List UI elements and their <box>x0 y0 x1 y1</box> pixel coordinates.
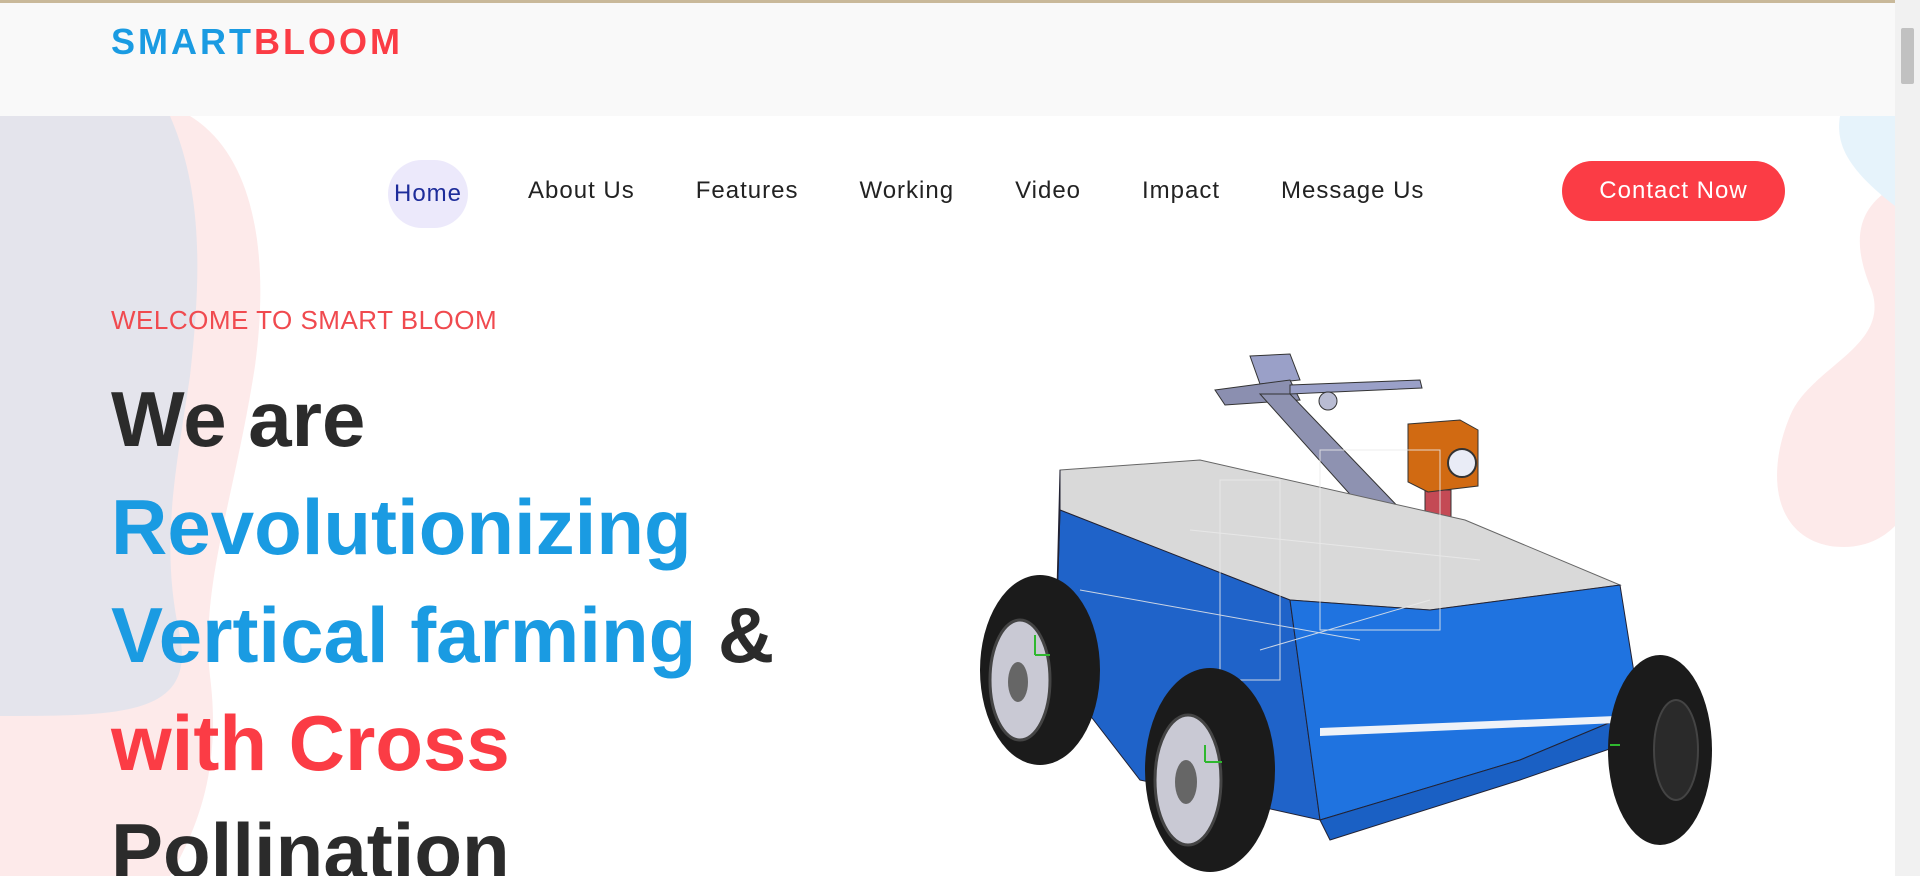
headline-line-2: Revolutionizing <box>111 483 692 571</box>
brand-part-2: BLOOM <box>254 21 403 62</box>
wheel-rear-left <box>980 575 1100 765</box>
headline-line-4-b: Cross <box>288 699 510 787</box>
headline-line-4-a: with <box>111 699 267 787</box>
nav-home[interactable]: Home <box>388 160 469 228</box>
scrollbar-thumb[interactable] <box>1901 28 1914 84</box>
hero-headline: We are Revolutionizing Vertical farming … <box>111 365 774 876</box>
headline-line-3-a: Vertical farming <box>111 591 697 679</box>
main-nav: Home About Us Features Working Video Imp… <box>388 160 1485 228</box>
headline-line-5: Pollination <box>111 807 510 876</box>
page-scrollbar[interactable] <box>1895 0 1920 876</box>
brand-part-1: SMART <box>111 21 254 62</box>
wheel-front-right <box>1608 655 1712 845</box>
headline-line-4: with Cross <box>111 689 774 797</box>
brand-logo[interactable]: SMARTBLOOM <box>111 21 403 63</box>
nav-message-us[interactable]: Message Us <box>1281 177 1424 205</box>
nav-about-us[interactable]: About Us <box>528 177 635 205</box>
nav-video[interactable]: Video <box>1015 177 1081 205</box>
headline-line-3: Vertical farming & <box>111 581 774 689</box>
wheel-front-left <box>1145 668 1275 872</box>
headline-line-1: We are <box>111 375 366 463</box>
nav-working[interactable]: Working <box>859 177 954 205</box>
nav-features[interactable]: Features <box>696 177 799 205</box>
nav-impact[interactable]: Impact <box>1142 177 1220 205</box>
contact-now-button[interactable]: Contact Now <box>1562 161 1785 221</box>
robot-vehicle-illustration <box>980 353 1712 872</box>
top-bar: SMARTBLOOM <box>0 3 1895 116</box>
hero-eyebrow: WELCOME TO SMART BLOOM <box>111 305 498 335</box>
headline-line-3-b: & <box>717 591 775 679</box>
